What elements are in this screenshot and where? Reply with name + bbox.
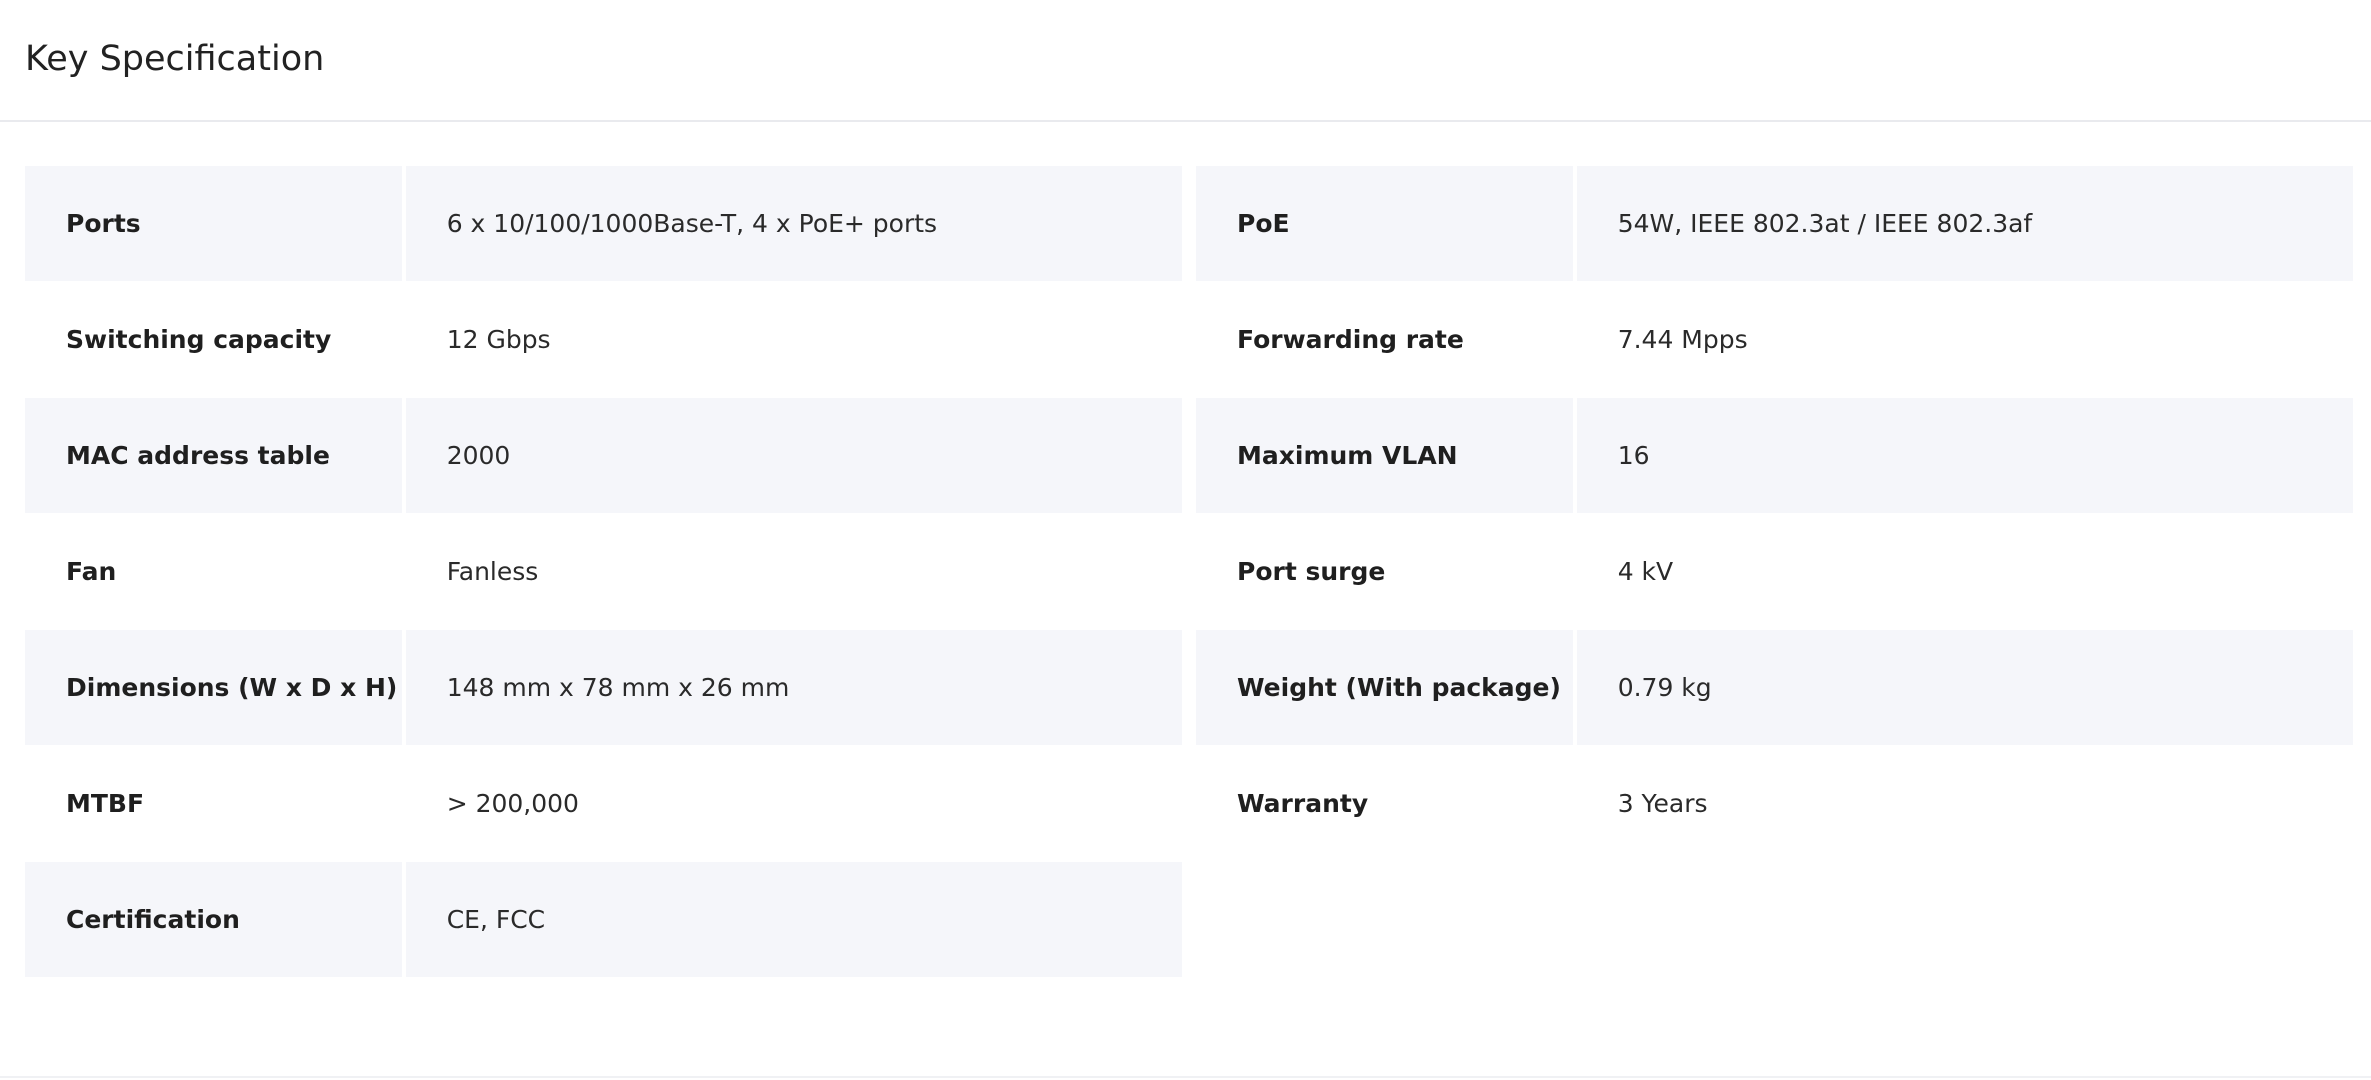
spec-value: CE, FCC [405,862,1182,977]
spec-row: Maximum VLAN 16 [1196,398,2353,513]
spec-label: MTBF [66,789,145,818]
spec-label: Certification [25,862,402,977]
spec-table-left: Ports 6 x 10/100/1000Base-T, 4 x PoE+ po… [25,166,1182,978]
page-header: Key Specification [0,0,2371,122]
spec-label: MAC address table [25,398,402,513]
spec-value: 3 Years [1617,789,1708,818]
spec-value: 12 Gbps [446,325,551,354]
spec-value: 54W, IEEE 802.3at / IEEE 802.3af [1576,166,2353,281]
spec-row: Dimensions (W x D x H) 148 mm x 78 mm x … [25,630,1182,745]
spec-row: Port surge 4 kV [1196,514,2353,629]
spec-label: Maximum VLAN [1196,398,1573,513]
spec-label: Port surge [1237,557,1386,586]
spec-row: Weight (With package) 0.79 kg [1196,630,2353,745]
spec-value: Fanless [446,557,539,586]
spec-row: Fan Fanless [25,514,1182,629]
spec-label: Switching capacity [66,325,332,354]
spec-row: Warranty 3 Years [1196,746,2353,861]
spec-row: Switching capacity 12 Gbps [25,282,1182,397]
spec-label: Fan [66,557,117,586]
spec-value: 6 x 10/100/1000Base-T, 4 x PoE+ ports [405,166,1182,281]
spec-label: Forwarding rate [1237,325,1464,354]
spec-row: MTBF > 200,000 [25,746,1182,861]
spec-row: Certification CE, FCC [25,862,1182,977]
spec-value: 0.79 kg [1576,630,2353,745]
spec-value: 16 [1576,398,2353,513]
spec-row: MAC address table 2000 [25,398,1182,513]
spec-value: 2000 [405,398,1182,513]
footer-divider [0,1076,2371,1078]
spec-value: 148 mm x 78 mm x 26 mm [405,630,1182,745]
spec-table-right: PoE 54W, IEEE 802.3at / IEEE 802.3af For… [1196,166,2353,862]
spec-row: Forwarding rate 7.44 Mpps [1196,282,2353,397]
spec-label: Warranty [1237,789,1369,818]
spec-value: 7.44 Mpps [1617,325,1748,354]
spec-value: > 200,000 [446,789,579,818]
spec-label: Weight (With package) [1196,630,1573,745]
spec-row: PoE 54W, IEEE 802.3at / IEEE 802.3af [1196,166,2353,281]
page-title: Key Specification [25,39,325,79]
spec-label: Ports [25,166,402,281]
spec-label: Dimensions (W x D x H) [25,630,402,745]
spec-row: Ports 6 x 10/100/1000Base-T, 4 x PoE+ po… [25,166,1182,281]
spec-label: PoE [1196,166,1573,281]
spec-value: 4 kV [1617,557,1674,586]
